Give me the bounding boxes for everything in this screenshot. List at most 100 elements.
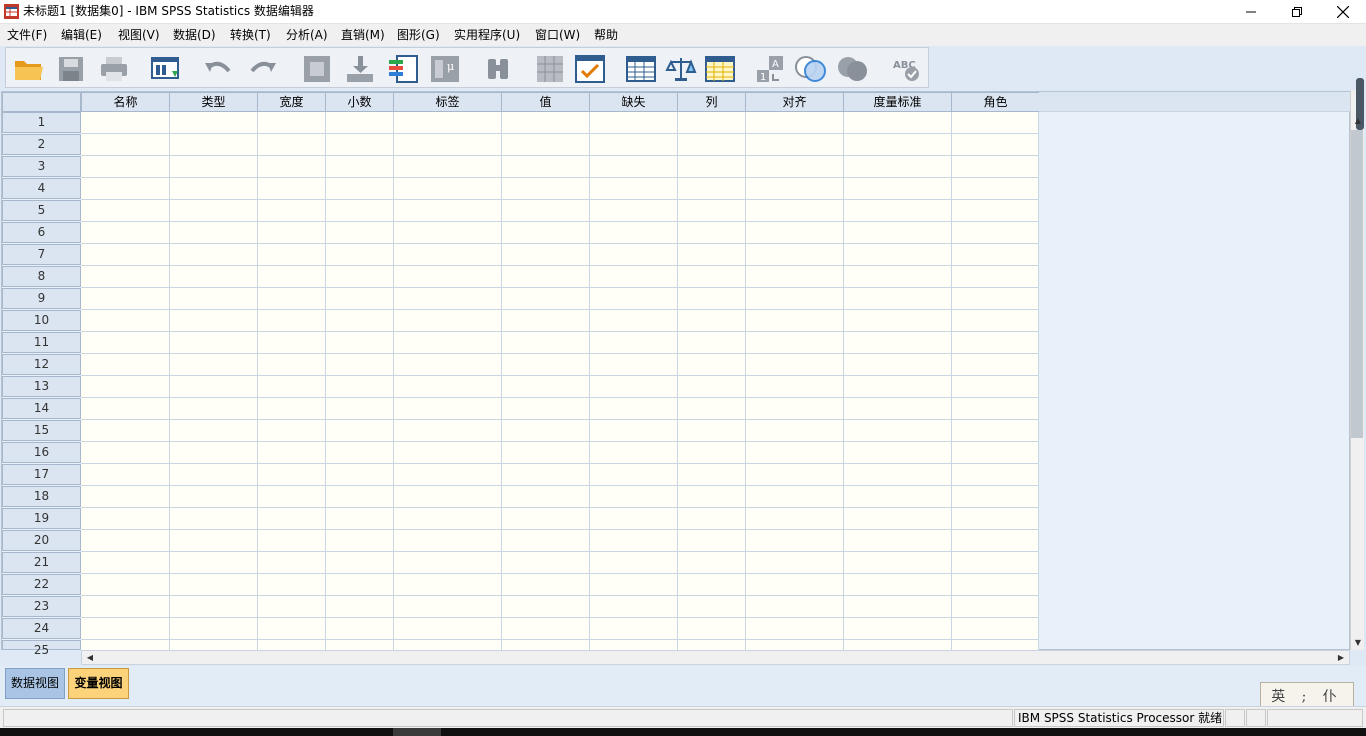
- row-header[interactable]: 20: [2, 530, 81, 551]
- print-button[interactable]: [97, 53, 131, 85]
- vertical-scroll-thumb[interactable]: [1351, 130, 1363, 438]
- horizontal-scrollbar[interactable]: [81, 650, 1350, 665]
- row-header[interactable]: 14: [2, 398, 81, 419]
- scroll-down-arrow-icon[interactable]: ▼: [1351, 636, 1365, 649]
- col-header-name[interactable]: 名称: [81, 92, 170, 112]
- goto-variable-icon: [347, 56, 373, 82]
- svg-text:1: 1: [760, 72, 766, 83]
- find-button[interactable]: [481, 53, 515, 85]
- descriptive-stats-button[interactable]: μ: [428, 53, 462, 85]
- menu-edit[interactable]: 编辑(E): [61, 27, 102, 43]
- grid-row-line: [81, 551, 1039, 552]
- col-header-type[interactable]: 类型: [169, 92, 258, 112]
- menu-analyze[interactable]: 分析(A): [286, 27, 328, 43]
- row-header[interactable]: 12: [2, 354, 81, 375]
- split-file-icon: [626, 56, 656, 82]
- grid-row-line: [81, 463, 1039, 464]
- grid-row-line: [81, 177, 1039, 178]
- undo-icon: [205, 61, 231, 73]
- weight-cases-button[interactable]: [664, 53, 698, 85]
- variables-button[interactable]: [386, 53, 420, 85]
- open-button[interactable]: [12, 53, 46, 85]
- row-header[interactable]: 7: [2, 244, 81, 265]
- menu-graphs[interactable]: 图形(G): [397, 27, 440, 43]
- row-header[interactable]: 2: [2, 134, 81, 155]
- menu-data[interactable]: 数据(D): [173, 27, 216, 43]
- row-header[interactable]: 9: [2, 288, 81, 309]
- row-header[interactable]: 1: [2, 112, 81, 133]
- minimize-button[interactable]: [1228, 0, 1274, 23]
- menu-help[interactable]: 帮助: [594, 27, 618, 43]
- col-header-label[interactable]: 标签: [393, 92, 502, 112]
- menu-window[interactable]: 窗口(W): [535, 27, 580, 43]
- tab-variable-view[interactable]: 变量视图: [68, 668, 129, 699]
- row-header[interactable]: 3: [2, 156, 81, 177]
- col-header-columns[interactable]: 列: [677, 92, 746, 112]
- row-header[interactable]: 13: [2, 376, 81, 397]
- value-labels-button[interactable]: A1: [754, 53, 788, 85]
- grid-column-line: [1038, 112, 1039, 650]
- row-header[interactable]: 18: [2, 486, 81, 507]
- taskbar-active-item[interactable]: [393, 728, 441, 736]
- insert-cases-button[interactable]: [533, 53, 567, 85]
- col-header-measure[interactable]: 度量标准: [843, 92, 952, 112]
- grid-column-line: [951, 112, 952, 650]
- goto-variable-button[interactable]: [343, 53, 377, 85]
- use-sets-button[interactable]: [794, 53, 828, 85]
- insert-variable-button[interactable]: [573, 53, 607, 85]
- row-header[interactable]: 5: [2, 200, 81, 221]
- scroll-right-arrow-icon[interactable]: ▶: [1334, 651, 1348, 664]
- grid-cells[interactable]: [81, 112, 1039, 650]
- row-header[interactable]: 21: [2, 552, 81, 573]
- menu-file[interactable]: 文件(F): [7, 27, 47, 43]
- menu-transform[interactable]: 转换(T): [230, 27, 271, 43]
- row-header[interactable]: 23: [2, 596, 81, 617]
- grid-row-line: [81, 639, 1039, 640]
- row-header[interactable]: 10: [2, 310, 81, 331]
- split-file-button[interactable]: [624, 53, 658, 85]
- status-cell-c: [1267, 709, 1363, 727]
- row-header[interactable]: 25: [2, 640, 81, 657]
- grid-row-line: [81, 573, 1039, 574]
- col-header-missing[interactable]: 缺失: [589, 92, 678, 112]
- redo-button[interactable]: [246, 53, 280, 85]
- row-header[interactable]: 24: [2, 618, 81, 639]
- use-sets-icon: [795, 56, 826, 82]
- weight-cases-icon: [665, 58, 697, 81]
- grid-column-line: [257, 112, 258, 650]
- col-header-values[interactable]: 值: [501, 92, 590, 112]
- col-header-width[interactable]: 宽度: [257, 92, 326, 112]
- row-header[interactable]: 16: [2, 442, 81, 463]
- recall-dialog-button[interactable]: [149, 53, 183, 85]
- menu-utilities[interactable]: 实用程序(U): [454, 27, 520, 43]
- close-button[interactable]: [1320, 0, 1366, 23]
- row-header[interactable]: 15: [2, 420, 81, 441]
- row-header[interactable]: 17: [2, 464, 81, 485]
- col-header-role[interactable]: 角色: [951, 92, 1040, 112]
- scroll-left-arrow-icon[interactable]: ◀: [83, 651, 97, 664]
- goto-case-button[interactable]: [300, 53, 334, 85]
- row-header[interactable]: 11: [2, 332, 81, 353]
- scroll-up-arrow-icon[interactable]: ▲: [1351, 114, 1365, 127]
- restore-button[interactable]: [1274, 0, 1320, 23]
- row-header[interactable]: 6: [2, 222, 81, 243]
- col-header-align[interactable]: 对齐: [745, 92, 844, 112]
- row-header[interactable]: 4: [2, 178, 81, 199]
- show-all-variables-button[interactable]: [836, 53, 870, 85]
- row-header[interactable]: 19: [2, 508, 81, 529]
- grid-column-line: [843, 112, 844, 650]
- tab-data-view[interactable]: 数据视图: [5, 668, 65, 699]
- print-icon: [101, 57, 127, 81]
- save-button[interactable]: [54, 53, 88, 85]
- grid-corner[interactable]: [2, 92, 81, 112]
- select-cases-button[interactable]: [703, 53, 737, 85]
- col-header-decimals[interactable]: 小数: [325, 92, 394, 112]
- value-labels-icon: A1: [757, 56, 783, 83]
- undo-button[interactable]: [201, 53, 235, 85]
- row-header[interactable]: 22: [2, 574, 81, 595]
- row-header[interactable]: 8: [2, 266, 81, 287]
- menu-view[interactable]: 视图(V): [118, 27, 160, 43]
- spell-check-button[interactable]: ABC: [890, 53, 924, 85]
- svg-text:μ: μ: [447, 60, 454, 73]
- menu-direct-marketing[interactable]: 直销(M): [341, 27, 385, 43]
